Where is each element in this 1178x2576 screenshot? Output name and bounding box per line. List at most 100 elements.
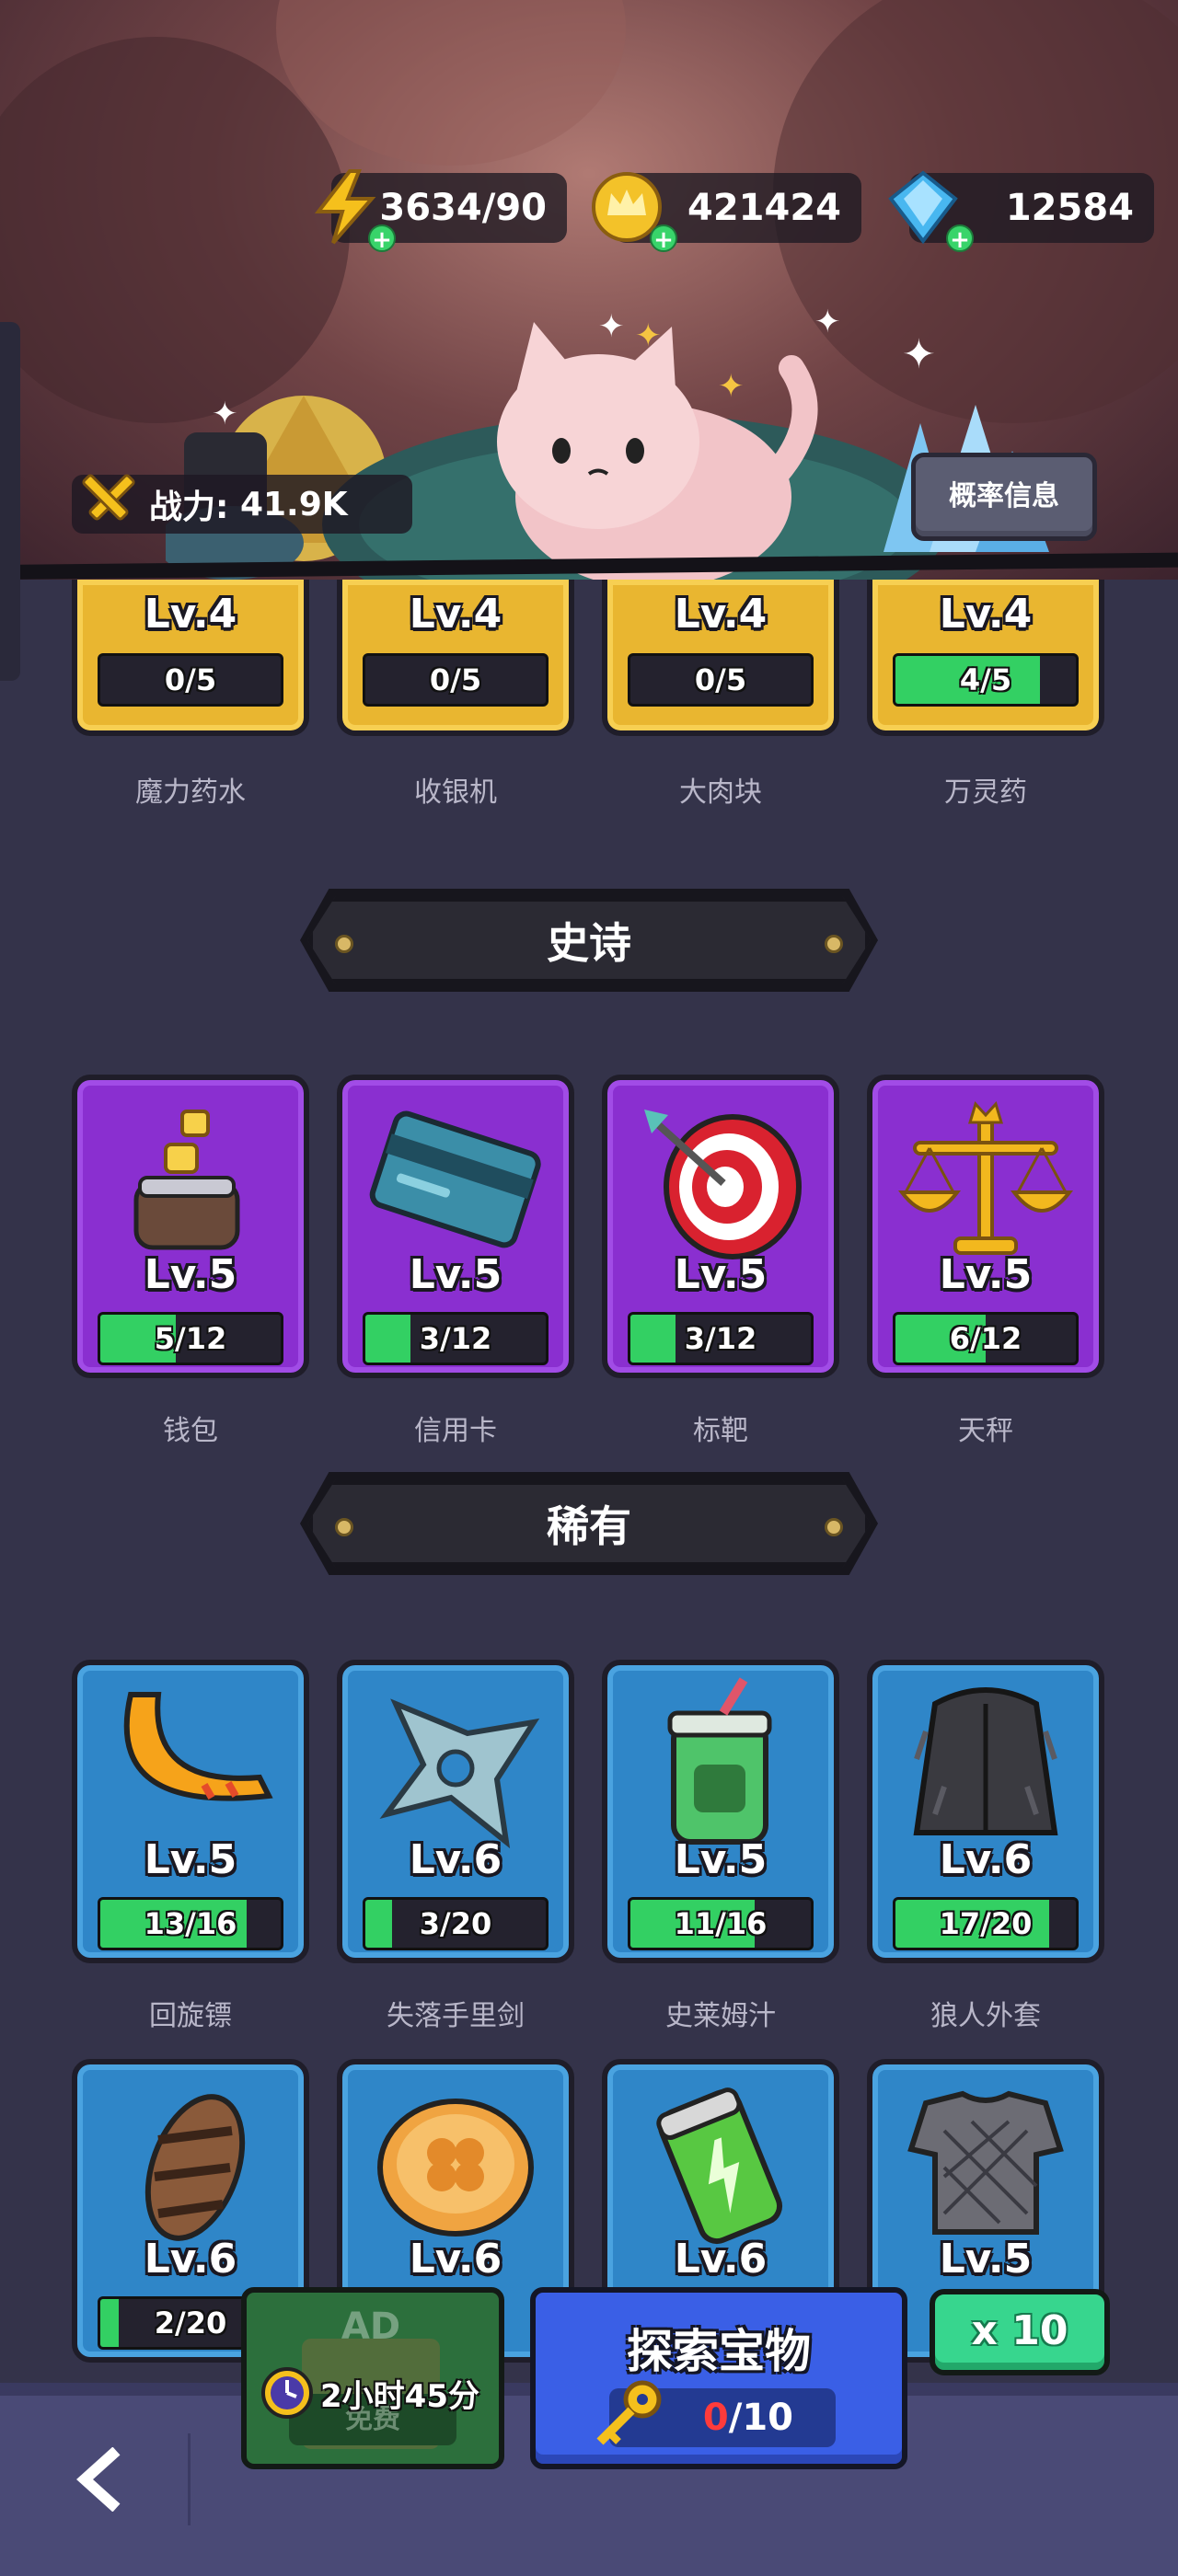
card-level: Lv.5 (144, 1836, 237, 1883)
card-name: 史莱姆汁 (665, 2000, 776, 2032)
card-level: Lv.4 (674, 591, 768, 638)
chainmail-icon (907, 2090, 1064, 2235)
ad-timer-text: 2小时45分 (320, 2377, 479, 2415)
sparkle-icon: ✦ (814, 304, 841, 340)
target-icon (644, 1110, 802, 1259)
card-level: Lv.6 (674, 2236, 768, 2283)
card-name: 失落手里剑 (387, 2000, 525, 2032)
gem-value: 12584 (1005, 187, 1134, 229)
card-name: 狼人外套 (930, 2000, 1041, 2032)
item-card[interactable]: Lv.4 4/5 (867, 580, 1104, 736)
card-progress-text: 6/12 (949, 1321, 1022, 1356)
gem-counter[interactable]: + 12584 (888, 170, 1154, 254)
add-energy-icon[interactable]: + (368, 224, 396, 254)
clock-icon (261, 2367, 313, 2419)
free-ad-button[interactable]: AD 免费 2小时45分 (241, 2287, 504, 2469)
card-progress-bar: 4/5 (893, 653, 1079, 707)
section-banner-epic: 史诗 (307, 896, 871, 984)
key-icon (596, 2380, 662, 2445)
item-card[interactable]: Lv.6 17/20 (867, 1660, 1104, 1963)
card-progress-text: 17/20 (939, 1906, 1033, 1941)
card-progress-bar: 3/12 (628, 1312, 814, 1365)
card-level: Lv.5 (939, 1251, 1033, 1298)
item-card[interactable]: Lv.5 5/12 (72, 1075, 309, 1378)
card-progress-bar: 0/5 (98, 653, 283, 707)
card-progress-text: 0/5 (694, 662, 747, 697)
banner-dot (335, 1518, 353, 1536)
card-name: 回旋镖 (149, 2000, 232, 2032)
banner-dot (335, 935, 353, 953)
banner-dot (825, 935, 843, 953)
sparkle-icon: ✦ (212, 396, 238, 432)
item-card[interactable]: Lv.5 3/12 (337, 1075, 574, 1378)
item-card[interactable]: Lv.4 0/5 (72, 580, 309, 736)
add-gem-icon[interactable]: + (946, 224, 974, 254)
card-name: 收银机 (414, 776, 497, 809)
energy-value: 3634/90 (379, 187, 547, 229)
item-card[interactable]: Lv.5 3/12 (602, 1075, 839, 1378)
card-progress-text: 13/16 (144, 1906, 237, 1941)
wallet-icon (133, 1110, 240, 1250)
card-name: 万灵药 (944, 776, 1027, 809)
power-value: 41.9K (239, 485, 348, 523)
item-card[interactable]: Lv.5 11/16 (602, 1660, 839, 1963)
sparkle-icon: ✦ (718, 368, 745, 405)
card-progress-bar: 6/12 (893, 1312, 1079, 1365)
keys-current: 0 (702, 2397, 729, 2439)
item-card[interactable]: Lv.6 3/20 (337, 1660, 574, 1963)
key-counter: 0/10 (596, 2380, 836, 2447)
power-label: 战力: (149, 489, 229, 526)
card-level: Lv.5 (939, 2236, 1033, 2283)
chevron-left-icon (76, 2446, 121, 2513)
card-level: Lv.5 (674, 1251, 768, 1298)
combat-power: 战力: 41.9K (72, 474, 412, 534)
gold-counter[interactable]: + 421424 (592, 172, 861, 254)
card-level: Lv.6 (409, 1836, 502, 1883)
card-level: Lv.5 (409, 1251, 502, 1298)
energy-drink-icon (656, 2087, 783, 2245)
card-progress-bar: 11/16 (628, 1897, 814, 1950)
card-level: Lv.6 (144, 2236, 237, 2283)
section-title: 稀有 (547, 1501, 631, 1551)
card-level: Lv.4 (409, 591, 502, 638)
card-level: Lv.5 (674, 1836, 768, 1883)
clover-coin-icon (377, 2099, 534, 2237)
item-card[interactable]: Lv.5 6/12 (867, 1075, 1104, 1378)
boomerang-icon (123, 1692, 273, 1801)
keys-total: /10 (728, 2397, 793, 2439)
explore-title: 探索宝物 (627, 2325, 811, 2378)
card-level: Lv.6 (939, 1836, 1033, 1883)
cave-rock (276, 0, 626, 166)
card-name: 魔力药水 (135, 776, 246, 809)
card-progress-bar: 3/20 (363, 1897, 549, 1950)
probability-info-button[interactable]: 概率信息 (911, 453, 1097, 541)
svg-text:AD: AD (341, 2306, 400, 2348)
multi-explore-button[interactable]: x 10 (930, 2289, 1110, 2375)
card-level: Lv.5 (144, 1251, 237, 1298)
werewolf-coat-icon (913, 1687, 1058, 1835)
add-gold-icon[interactable]: + (650, 224, 677, 254)
back-button[interactable] (68, 2446, 133, 2513)
raccoon-tail-icon (144, 2094, 246, 2241)
card-name: 大肉块 (679, 776, 762, 809)
item-card[interactable]: Lv.4 0/5 (337, 580, 574, 736)
card-progress-text: 3/12 (684, 1321, 757, 1356)
card-progress-text: 0/5 (429, 662, 482, 697)
card-progress-bar: 13/16 (98, 1897, 283, 1950)
item-card[interactable]: Lv.5 13/16 (72, 1660, 309, 1963)
hero-banner: ✦ ✦ ✦ ✦ ✦ ✦ + 3634/90 + 421424 + 12584 战… (0, 0, 1178, 580)
card-level: Lv.4 (144, 591, 237, 638)
card-progress-text: 0/5 (164, 662, 217, 697)
item-card[interactable]: Lv.4 0/5 (602, 580, 839, 736)
card-progress-text: 3/20 (419, 1906, 492, 1941)
card-name: 信用卡 (414, 1415, 497, 1447)
card-progress-bar: 0/5 (363, 653, 549, 707)
slime-juice-icon (667, 1677, 772, 1845)
side-tab[interactable] (0, 322, 20, 681)
energy-counter[interactable]: + 3634/90 (314, 169, 567, 254)
bar-divider (188, 2433, 191, 2525)
card-progress-bar: 3/12 (363, 1312, 549, 1365)
card-name: 标靶 (693, 1415, 748, 1447)
explore-treasure-button[interactable]: 探索宝物 0/10 (530, 2287, 907, 2469)
card-level: Lv.4 (939, 591, 1033, 638)
